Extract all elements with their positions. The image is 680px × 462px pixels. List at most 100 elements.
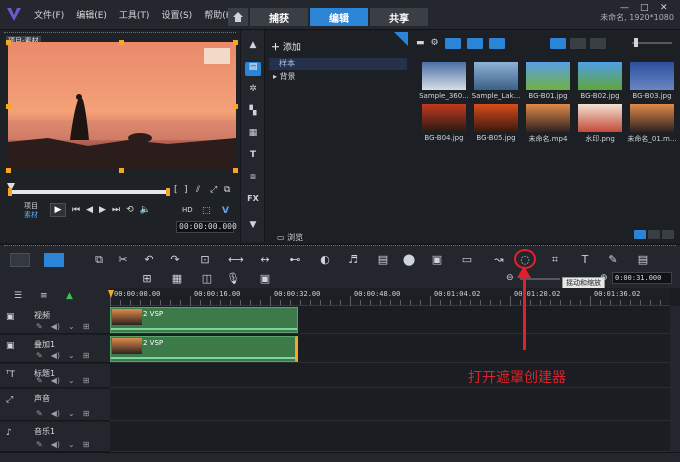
browse-button[interactable]: ▭ 浏览	[277, 232, 303, 243]
menu-file[interactable]: 文件(F)	[34, 8, 64, 21]
sort-button[interactable]	[590, 38, 606, 49]
media-thumbnail[interactable]	[526, 62, 570, 90]
tab-home[interactable]	[228, 8, 248, 26]
selection-handle[interactable]	[233, 168, 238, 173]
selection-handle[interactable]	[233, 40, 238, 45]
trim-end-marker[interactable]	[166, 188, 170, 196]
volume-icon[interactable]: ◀)	[51, 351, 60, 360]
timeline-timecode[interactable]: 0:00:31.000	[612, 272, 672, 284]
volume-icon[interactable]: ◀)	[51, 409, 60, 418]
camera-icon[interactable]: ⌗	[548, 253, 562, 267]
visibility-icon[interactable]: ⊞	[83, 440, 90, 449]
selection-handle[interactable]	[6, 40, 11, 45]
paint-icon[interactable]: ✎	[606, 253, 620, 267]
media-thumbnail[interactable]	[578, 62, 622, 90]
zoom-slider[interactable]	[520, 278, 560, 280]
overlay-icon[interactable]: ▭	[460, 253, 474, 267]
loop-icon[interactable]: ⟲	[126, 205, 134, 215]
sound-icon[interactable]: ◫	[200, 272, 214, 286]
stretch-icon[interactable]: ↔	[258, 253, 272, 267]
import-folder-icon[interactable]: ▬	[416, 38, 425, 49]
media-thumbnail[interactable]	[578, 104, 622, 132]
prev-frame-icon[interactable]: ◀	[86, 205, 93, 215]
volume-icon[interactable]: ◀)	[51, 322, 60, 331]
title-3d-icon[interactable]: T	[578, 253, 592, 267]
volume-icon[interactable]: 🔈	[140, 205, 151, 215]
zoom-in-icon[interactable]: ⊕	[600, 273, 608, 283]
filter-icon[interactable]: ▦	[245, 128, 261, 142]
expand-icon[interactable]: ⌄	[68, 322, 75, 331]
track-lane[interactable]	[110, 389, 670, 421]
menu-edit[interactable]: 编辑(E)	[76, 8, 107, 21]
media-thumbnail[interactable]	[422, 62, 466, 90]
footer-button[interactable]	[634, 230, 646, 239]
media-thumbnail[interactable]	[422, 104, 466, 132]
cut-icon[interactable]: ✂	[116, 253, 130, 267]
aspect-icon[interactable]: ⬚	[202, 206, 211, 216]
visibility-icon[interactable]: ⊞	[83, 322, 90, 331]
enlarge-icon[interactable]: ⤢	[210, 185, 217, 195]
audio-mix-icon[interactable]: ♬	[346, 253, 360, 267]
trim-icon[interactable]: ⟷	[228, 253, 244, 267]
timeline-clip[interactable]: 2 VSP	[110, 336, 298, 362]
mode-project[interactable]: 项目	[24, 202, 38, 211]
chapter-icon[interactable]: ≡	[40, 291, 48, 301]
color-icon[interactable]: ◐	[318, 253, 332, 267]
show-video-button[interactable]	[444, 38, 461, 49]
menu-tools[interactable]: 工具(T)	[119, 8, 150, 21]
visibility-icon[interactable]: ⊞	[83, 409, 90, 418]
preview-scrubber[interactable]	[8, 190, 170, 194]
media-icon[interactable]: ▤	[245, 62, 261, 76]
volume-icon[interactable]: ◀)	[51, 376, 60, 385]
text-icon[interactable]: ▣	[430, 253, 444, 267]
tab-share[interactable]: 共享	[370, 8, 428, 26]
selection-handle[interactable]	[119, 40, 124, 45]
visibility-icon[interactable]: ⊞	[83, 351, 90, 360]
play-button[interactable]: ▶	[50, 203, 66, 217]
library-corner-icon[interactable]	[394, 32, 408, 46]
split-icon[interactable]: ⫽	[196, 185, 200, 195]
range-icon[interactable]: ⊷	[288, 253, 302, 267]
tab-capture[interactable]: 捕获	[250, 8, 308, 26]
selection-handle[interactable]	[119, 168, 124, 173]
redo-icon[interactable]: ↷	[168, 253, 182, 267]
motion-icon[interactable]: ⬤	[402, 253, 416, 267]
ai-icon[interactable]: ▦	[170, 272, 184, 286]
selection-handle[interactable]	[6, 104, 11, 109]
graphic-icon[interactable]: ⧈	[245, 172, 261, 186]
hd-icon[interactable]: HD	[182, 206, 193, 214]
footer-button[interactable]	[662, 230, 674, 239]
timeline-scrollbar[interactable]	[670, 306, 680, 452]
collapse-up-icon[interactable]: ▲	[245, 40, 261, 54]
lock-icon[interactable]: ✎	[36, 409, 43, 418]
show-photo-button[interactable]	[466, 38, 483, 49]
mark-out-icon[interactable]: ]	[184, 185, 188, 195]
ratio-icon[interactable]: ⊞	[140, 272, 154, 286]
media-thumbnail[interactable]	[630, 62, 674, 90]
footer-button[interactable]	[648, 230, 660, 239]
show-audio-button[interactable]	[488, 38, 505, 49]
go-end-icon[interactable]: ⏭	[112, 205, 120, 215]
slider-thumb[interactable]	[634, 38, 638, 47]
expand-icon[interactable]: ⌄	[68, 351, 75, 360]
folder-background[interactable]: ▸ 背景	[269, 71, 296, 82]
mark-in-icon[interactable]: [	[174, 185, 178, 195]
go-start-icon[interactable]: ⏮	[72, 205, 80, 215]
lock-icon[interactable]: ✎	[36, 440, 43, 449]
panel-grip[interactable]	[4, 32, 236, 34]
path-icon[interactable]: ↝	[492, 253, 506, 267]
media-thumbnail[interactable]	[474, 62, 518, 90]
lock-icon[interactable]: ✎	[36, 322, 43, 331]
preview-mode-switch[interactable]: 项目 素材	[24, 202, 38, 220]
add-folder-button[interactable]: ＋ 添加	[271, 40, 301, 53]
track-lane[interactable]	[110, 422, 670, 452]
track-manager-icon[interactable]: ☰	[14, 291, 22, 301]
preview-timecode[interactable]: 00:00:00.000	[176, 221, 237, 233]
settings-icon[interactable]: ⚙	[431, 38, 439, 49]
title-icon[interactable]: T	[245, 150, 261, 164]
copy-icon[interactable]: ⧉	[224, 185, 230, 195]
thumbnail-size-slider[interactable]	[632, 42, 672, 44]
visibility-icon[interactable]: ⊞	[83, 376, 90, 385]
next-frame-icon[interactable]: ▶	[99, 205, 106, 215]
undo-icon[interactable]: ↶	[142, 253, 156, 267]
